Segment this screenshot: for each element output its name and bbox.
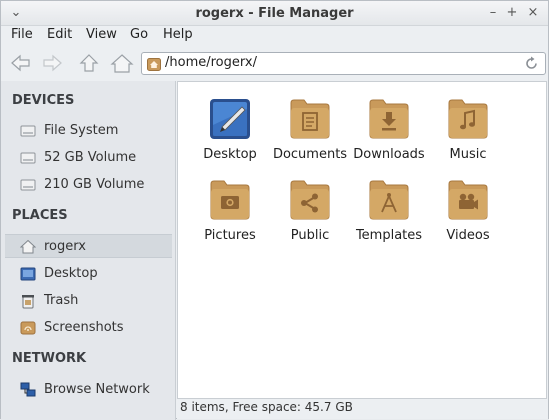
file-item-desktop[interactable]: Desktop (188, 85, 268, 165)
sidebar-item-browse-network[interactable]: Browse Network (5, 378, 172, 402)
sidebar-item-label: Desktop (44, 266, 98, 281)
templates-folder-icon (369, 180, 409, 220)
statusbar: 8 items, Free space: 45.7 GB (177, 399, 548, 419)
file-item-templates[interactable]: Templates (347, 166, 427, 246)
file-item-music[interactable]: Music (426, 85, 506, 165)
videos-folder-icon (448, 180, 488, 220)
location-path[interactable]: /home/rogerx/ (165, 55, 257, 70)
sidebar-item-file-system[interactable]: File System (5, 119, 172, 143)
sidebar-item-label: Screenshots (44, 320, 124, 335)
menu-edit[interactable]: Edit (47, 27, 72, 42)
file-manager-window: ⌄ rogerx - File Manager – + × File Edit … (0, 0, 549, 420)
file-item-public[interactable]: Public (268, 166, 348, 246)
minimize-button[interactable]: – (484, 4, 502, 22)
sidebar-item-screenshots[interactable]: Screenshots (5, 316, 172, 340)
places-header: PLACES (12, 208, 68, 223)
network-icon (20, 382, 36, 397)
menubar: File Edit View Go Help (1, 26, 548, 46)
trash-icon (22, 295, 34, 309)
drive-icon (20, 152, 36, 164)
sidebar-item-label: File System (44, 123, 119, 138)
devices-header: DEVICES (12, 93, 75, 108)
documents-folder-icon (290, 99, 330, 139)
sidebar-item-label: Trash (44, 293, 79, 308)
public-folder-icon (290, 180, 330, 220)
window-title: rogerx - File Manager (195, 6, 354, 21)
sidebar-item-52gb-volume[interactable]: 52 GB Volume (5, 146, 172, 170)
home-icon (110, 54, 134, 73)
file-view[interactable]: Desktop Documents Downloads Music Pictur… (177, 81, 547, 399)
menu-view[interactable]: View (86, 27, 117, 42)
sidebar-item-label: Browse Network (44, 382, 150, 397)
reload-icon[interactable] (524, 56, 539, 71)
sidebar-item-label: 52 GB Volume (44, 150, 137, 165)
file-label: Music (449, 147, 487, 162)
music-folder-icon (448, 99, 488, 139)
titlebar: ⌄ rogerx - File Manager – + × (1, 1, 548, 26)
menu-go[interactable]: Go (130, 27, 148, 42)
close-button[interactable]: × (524, 4, 542, 22)
network-header: NETWORK (12, 351, 87, 366)
location-bar[interactable]: /home/rogerx/ (141, 52, 546, 75)
file-label: Videos (446, 228, 490, 243)
file-item-documents[interactable]: Documents (268, 85, 348, 165)
sidebar: DEVICES File System 52 GB Volume 210 GB … (1, 81, 176, 420)
sidebar-item-rogerx[interactable]: rogerx (5, 234, 172, 258)
drive-icon (20, 179, 36, 191)
maximize-button[interactable]: + (503, 4, 521, 22)
home-icon (20, 239, 36, 254)
sidebar-item-label: rogerx (44, 239, 86, 254)
desktop-folder-icon (210, 99, 250, 139)
sidebar-item-desktop[interactable]: Desktop (5, 262, 172, 286)
file-item-pictures[interactable]: Pictures (188, 166, 268, 246)
status-text: 8 items, Free space: 45.7 GB (180, 400, 353, 414)
folder-home-icon (147, 58, 161, 71)
file-item-videos[interactable]: Videos (426, 166, 506, 246)
forward-arrow-icon (43, 54, 62, 72)
drive-icon (20, 125, 36, 137)
forward-button[interactable] (39, 52, 65, 74)
sidebar-item-210gb-volume[interactable]: 210 GB Volume (5, 173, 172, 197)
downloads-folder-icon (369, 99, 409, 139)
up-arrow-icon (79, 54, 99, 72)
pictures-folder-icon (210, 180, 250, 220)
home-button[interactable] (109, 52, 135, 74)
sidebar-item-trash[interactable]: Trash (5, 289, 172, 313)
menu-file[interactable]: File (11, 27, 33, 42)
back-button[interactable] (8, 52, 34, 74)
back-arrow-icon (11, 54, 30, 72)
menu-help[interactable]: Help (163, 27, 193, 42)
folder-icon (20, 321, 36, 335)
up-button[interactable] (76, 52, 102, 74)
sidebar-item-label: 210 GB Volume (44, 177, 145, 192)
file-item-downloads[interactable]: Downloads (347, 85, 427, 165)
desktop-icon (20, 267, 36, 281)
